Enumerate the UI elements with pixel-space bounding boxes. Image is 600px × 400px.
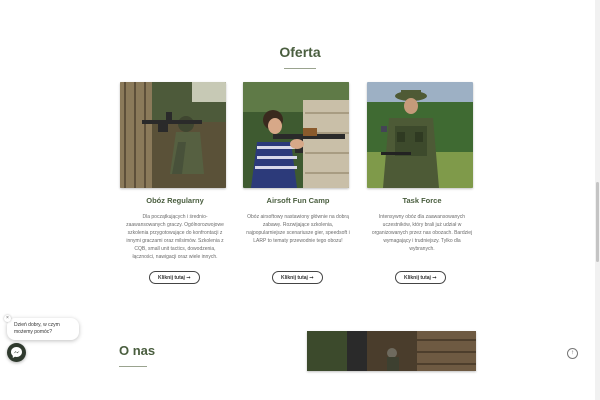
obóz-regularny-more-button[interactable]: Kliknij tutaj ➞ xyxy=(149,271,200,284)
offer-card-obóz-regularny: Obóz Regularny Dla początkujących i śred… xyxy=(120,82,230,261)
about-title-divider xyxy=(119,366,147,367)
offer-title-divider xyxy=(284,68,316,69)
messenger-chat-button[interactable] xyxy=(7,343,26,362)
chat-greeting-text: Dzień dobry, w czym możemy pomóc? xyxy=(14,322,60,335)
scroll-to-top-button[interactable]: ↑ xyxy=(567,348,578,359)
chat-greeting-bubble[interactable]: × Dzień dobry, w czym możemy pomóc? xyxy=(4,315,79,340)
card-title: Obóz Regularny xyxy=(146,196,204,205)
card-description: Intensywny obóz dla zaawansowanych uczes… xyxy=(371,214,473,252)
about-section-title: O nas xyxy=(119,343,156,358)
offer-card-task-force: Task Force Intensywny obóz dla zaawansow… xyxy=(367,82,477,253)
offer-section-title: Oferta xyxy=(279,44,321,60)
about-image-wooden-bunker xyxy=(307,331,476,371)
arrow-up-icon: ↑ xyxy=(571,350,574,356)
card-image-soldier-aiming xyxy=(120,82,226,188)
chat-close-icon[interactable]: × xyxy=(4,315,11,322)
card-image-soldier-standing xyxy=(367,82,473,188)
airsoft-fun-camp-more-button[interactable]: Kliknij tutaj ➞ xyxy=(272,271,323,284)
messenger-icon xyxy=(11,347,22,358)
card-description: Dla początkujących i średnio-zaawansowan… xyxy=(126,214,224,260)
offer-card-airsoft-fun-camp: Airsoft Fun Camp Obóz airsoftowy nastawi… xyxy=(243,82,353,245)
page-scrollbar-thumb[interactable] xyxy=(596,182,599,262)
card-title: Task Force xyxy=(402,196,442,205)
card-title: Airsoft Fun Camp xyxy=(266,196,330,205)
card-image-girl-with-rifle xyxy=(243,82,349,188)
card-description: Obóz airsoftowy nastawiony głównie na do… xyxy=(246,214,350,244)
task-force-more-button[interactable]: Kliknij tutaj ➞ xyxy=(395,271,446,284)
